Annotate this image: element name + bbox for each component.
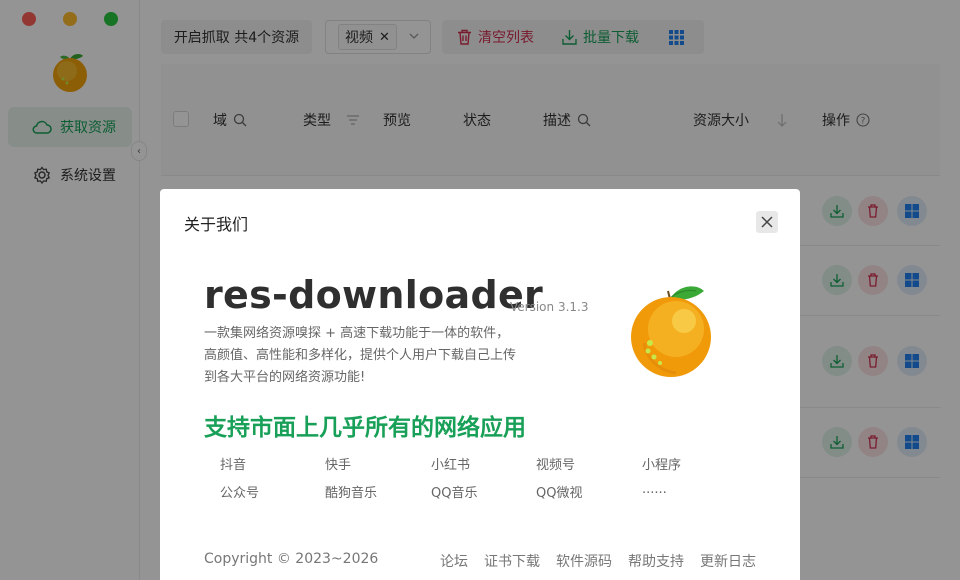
platform-item: 快手 (325, 458, 352, 473)
platform-item: QQ音乐 (431, 486, 478, 501)
app-description: 一款集网络资源嗅探 + 高速下载功能于一体的软件，高颜值、高性能和多样化，提供个… (204, 326, 517, 385)
footer-links: 论坛 证书下载 软件源码 帮助支持 更新日志 (424, 551, 756, 571)
orange-logo-icon (631, 286, 711, 377)
app-version: Version 3.1.3 (510, 300, 589, 314)
platform-item: 小程序 (642, 458, 682, 473)
link-changelog[interactable]: 更新日志 (700, 551, 756, 571)
dialog-close-button[interactable] (756, 211, 778, 233)
link-help-support[interactable]: 帮助支持 (628, 551, 684, 571)
slogan: 支持市面上几乎所有的网络应用 (204, 415, 526, 441)
platform-item: QQ微视 (536, 486, 583, 501)
about-dialog: 关于我们 res-downloader Version 3.1.3 一款集网络资… (160, 189, 800, 580)
platform-item: 小红书 (431, 458, 471, 473)
app-name: res-downloader (204, 273, 544, 317)
copyright: Copyright © 2023~2026 (204, 551, 379, 567)
platform-item: 视频号 (536, 458, 576, 473)
platform-item: 酷狗音乐 (325, 486, 378, 501)
close-icon (761, 216, 773, 228)
platform-item: ...... (642, 482, 667, 497)
link-forum[interactable]: 论坛 (440, 551, 468, 571)
platform-item: 公众号 (220, 486, 260, 501)
platform-item: 抖音 (220, 458, 247, 473)
link-certificate-download[interactable]: 证书下载 (484, 551, 540, 571)
link-source-code[interactable]: 软件源码 (556, 551, 612, 571)
dialog-title: 关于我们 (184, 215, 249, 234)
